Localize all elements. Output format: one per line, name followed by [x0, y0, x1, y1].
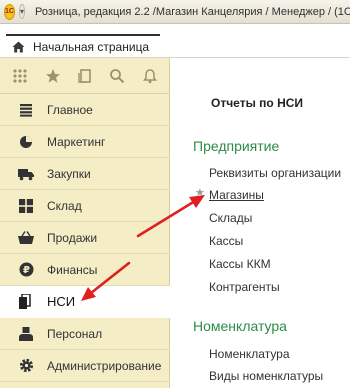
tab-home[interactable]: Начальная страница	[6, 34, 160, 58]
sidebar-item-main[interactable]: Главное	[0, 94, 170, 126]
page-title: Отчеты по НСИ	[211, 96, 304, 110]
ruble-coin-icon: ₽	[18, 262, 34, 278]
sidebar-item-label: Маркетинг	[47, 134, 106, 149]
person-icon	[18, 326, 34, 342]
sidebar-item-marketing[interactable]: Маркетинг	[0, 126, 170, 158]
sidebar-item-personnel[interactable]: Персонал	[0, 318, 170, 350]
sidebar-item-warehouse[interactable]: Склад	[0, 190, 170, 222]
sidebar-item-administration[interactable]: Администрирование	[0, 350, 170, 382]
link-stores[interactable]: Магазины	[209, 188, 264, 202]
gear-icon	[18, 358, 34, 374]
sidebar-item-finance[interactable]: ₽ Финансы	[0, 254, 170, 286]
sidebar-item-label: Финансы	[47, 262, 98, 277]
sidebar-toolbar	[0, 58, 170, 94]
menu-list-icon	[18, 102, 34, 118]
sidebar-item-label: Персонал	[47, 326, 103, 341]
title-bar: 1C ▾ Розница, редакция 2.2 /Магазин Канц…	[0, 0, 350, 24]
chevron-down-icon: ▾	[19, 7, 24, 16]
link-counterparties[interactable]: Контрагенты	[209, 280, 280, 294]
warehouse-grid-icon	[18, 198, 34, 214]
tab-strip: Начальная страница	[0, 24, 350, 58]
link-warehouses[interactable]: Склады	[209, 211, 252, 225]
link-nomenclature[interactable]: Номенклатура	[209, 347, 290, 361]
sidebar-item-label: Закупки	[47, 166, 91, 181]
search-icon[interactable]	[107, 66, 127, 86]
tab-home-label: Начальная страница	[33, 40, 150, 54]
main-menu-button[interactable]: ▾	[18, 4, 25, 19]
sidebar-item-label: НСИ	[47, 294, 76, 309]
sidebar-item-nsi[interactable]: НСИ	[0, 286, 171, 318]
basket-icon	[18, 230, 34, 246]
sidebar-item-purchases[interactable]: Закупки	[0, 158, 170, 190]
reports-panel: Отчеты по НСИ Предприятие Реквизиты орга…	[171, 58, 350, 388]
truck-icon	[18, 166, 34, 182]
bell-icon[interactable]	[140, 66, 160, 86]
sidebar-item-label: Главное	[47, 102, 93, 117]
sidebar-item-sales[interactable]: Продажи	[0, 222, 170, 254]
pie-chart-icon	[18, 134, 34, 150]
sidebar-item-label: Склад	[47, 198, 82, 213]
star-icon[interactable]	[43, 66, 63, 86]
books-icon	[18, 294, 34, 310]
group-title-nomenclature: Номенклатура	[193, 318, 287, 334]
home-icon	[12, 41, 25, 53]
link-nomenclature-types[interactable]: Виды номенклатуры	[209, 369, 323, 383]
link-org-details[interactable]: Реквизиты организации	[209, 166, 341, 180]
sections-panel: Главное Маркетинг Закупки Склад Продажи …	[0, 58, 171, 388]
star-icon[interactable]: ★	[195, 186, 205, 199]
group-title-enterprise: Предприятие	[193, 138, 280, 154]
link-kkm-registers[interactable]: Кассы ККМ	[209, 257, 271, 271]
svg-text:₽: ₽	[23, 265, 30, 276]
window-title: Розница, редакция 2.2 /Магазин Канцеляри…	[34, 5, 350, 18]
apps-grid-icon[interactable]	[10, 66, 30, 86]
sidebar-item-label: Администрирование	[47, 358, 162, 373]
history-icon[interactable]	[75, 66, 95, 86]
link-cash-desks[interactable]: Кассы	[209, 234, 243, 248]
app-logo-icon[interactable]: 1C	[4, 3, 15, 20]
sidebar-item-label: Продажи	[47, 230, 98, 245]
